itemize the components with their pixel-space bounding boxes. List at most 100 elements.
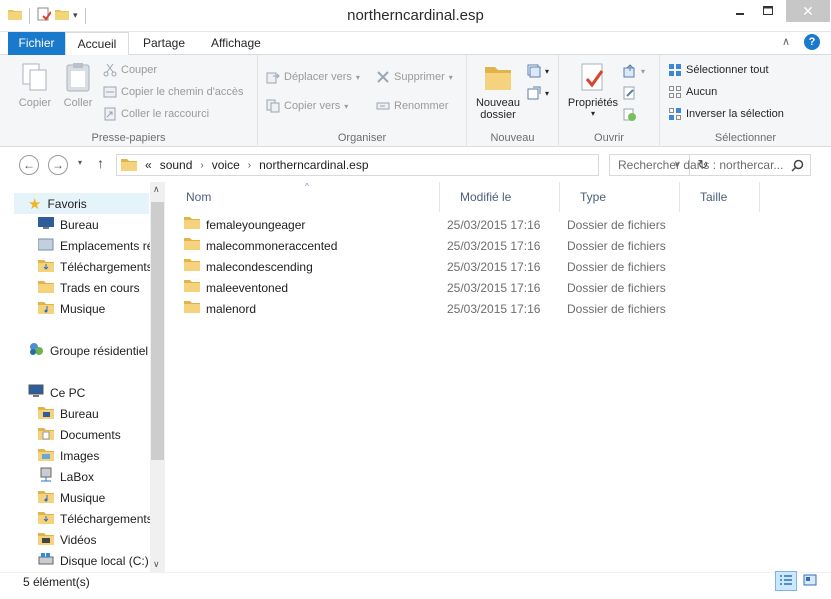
breadcrumb-sound[interactable]: sound [160,158,193,172]
copy-button[interactable]: Copier [16,61,54,109]
nav-pc-videos[interactable]: Vidéos [38,529,150,550]
group-select: Sélectionner tout Aucun Inverser la séle… [660,55,831,147]
close-button[interactable]: ✕ [786,0,830,22]
select-none-button[interactable]: Aucun [668,82,717,102]
scrollbar-thumb[interactable] [151,202,164,460]
select-all-icon [668,63,682,77]
tab-file[interactable]: Fichier [8,32,65,55]
address-bar[interactable]: « sound › voice › northerncardinal.esp ∨… [116,154,708,176]
new-item-button[interactable]: ▾ [527,61,549,81]
large-icons-view-button[interactable] [799,571,821,591]
file-type: Dossier de fichiers [567,281,666,295]
help-icon[interactable]: ? [804,34,820,50]
tab-home[interactable]: Accueil [65,32,129,56]
new-folder-label-1: Nouveau [475,97,521,109]
delete-label: Supprimer [394,71,445,83]
cut-label: Couper [121,64,158,76]
search-icon[interactable] [791,158,804,178]
nav-pc-downloads[interactable]: Téléchargements [38,508,150,529]
table-row[interactable]: femaleyoungeager 25/03/2015 17:16 Dossie… [184,215,684,236]
column-header-name[interactable]: Nom [166,182,440,212]
collapse-ribbon-icon[interactable]: ∧ [782,35,790,48]
folder-icon [184,257,200,278]
nav-pc-local-disk[interactable]: Disque local (C:) [38,550,150,571]
file-type: Dossier de fichiers [567,239,666,253]
open-button[interactable]: ▾ [623,61,645,81]
breadcrumb-separator-icon[interactable]: › [248,160,251,171]
easy-access-button[interactable]: ▾ [527,83,549,103]
table-row[interactable]: malecommoneraccented 25/03/2015 17:16 Do… [184,236,684,257]
nav-pc-desktop[interactable]: Bureau [38,403,150,424]
nav-item-trads[interactable]: Trads en cours [38,277,150,298]
copy-path-icon [103,85,117,99]
edit-button[interactable] [623,83,637,103]
navigation-pane: ★ Favoris Bureau Emplacements ré Télécha… [0,182,165,572]
group-clipboard: Copier Coller Couper Copier le chemin d'… [0,55,258,147]
nav-item-music[interactable]: Musique [38,298,150,319]
select-all-button[interactable]: Sélectionner tout [668,60,769,80]
ribbon-tabs: Fichier Accueil Partage Affichage [0,32,831,56]
file-name: maleeventoned [206,281,289,295]
recent-locations-dropdown[interactable]: ▾ [78,158,82,167]
column-header-modified[interactable]: Modifié le [440,182,560,212]
history-button[interactable] [623,105,637,125]
nav-item-recent[interactable]: Emplacements ré [38,235,150,256]
status-bar: 5 élément(s) [0,571,831,599]
move-to-button[interactable]: Déplacer vers ▾ [266,67,360,87]
forward-button[interactable]: → [48,155,68,175]
nav-pc-music[interactable]: Musique [38,487,150,508]
nav-item-label: Images [60,448,100,463]
scroll-up-arrow-icon[interactable]: ∧ [153,184,160,195]
move-to-label: Déplacer vers [284,71,352,83]
up-button[interactable]: ↑ [97,155,104,171]
column-header-size[interactable]: Taille [680,182,760,212]
properties-button[interactable]: Propriétés ▾ [565,61,621,118]
details-view-button[interactable] [775,571,797,591]
rename-button[interactable]: Renommer [376,96,448,116]
edit-icon [623,86,637,100]
group-label-organize: Organiser [337,132,387,144]
minimize-button[interactable] [726,0,754,22]
breadcrumb-overflow[interactable]: « [145,158,152,172]
invert-selection-label: Inverser la sélection [686,108,784,120]
nav-item-label: Bureau [60,406,99,421]
tab-view[interactable]: Affichage [199,32,273,55]
nav-favorites[interactable]: ★ Favoris [14,193,149,214]
back-button[interactable]: ← [19,155,39,175]
column-header-type[interactable]: Type [560,182,680,212]
breadcrumb-separator-icon[interactable]: › [200,160,203,171]
paste-shortcut-button[interactable]: Coller le raccourci [103,104,209,124]
maximize-button[interactable] [754,0,782,22]
nav-this-pc[interactable]: Ce PC [28,382,150,403]
copy-path-button[interactable]: Copier le chemin d'accès [103,82,244,102]
nav-scrollbar[interactable]: ∧ ∨ [150,182,165,572]
nav-pc-pictures[interactable]: Images [38,445,150,466]
scroll-down-arrow-icon[interactable]: ∨ [153,559,160,570]
group-new: Nouveau dossier ▾ ▾ Nouveau [467,55,559,147]
new-folder-button[interactable]: Nouveau dossier [473,61,523,121]
videos-folder-icon [38,531,54,548]
nav-item-downloads[interactable]: Téléchargements [38,256,150,277]
folder-icon [121,157,137,174]
delete-button[interactable]: Supprimer ▾ [376,67,453,87]
table-row[interactable]: malenord 25/03/2015 17:16 Dossier de fic… [184,299,684,320]
nav-item-label: Emplacements ré [60,238,150,253]
open-icon [623,64,637,78]
nav-item-desktop[interactable]: Bureau [38,214,150,235]
copy-to-button[interactable]: Copier vers ▾ [266,96,348,116]
invert-selection-button[interactable]: Inverser la sélection [668,104,784,124]
nav-pc-labox[interactable]: LaBox [38,466,150,487]
nav-homegroup[interactable]: Groupe résidentiel [28,340,150,361]
copy-to-label: Copier vers [284,100,341,112]
nav-pc-documents[interactable]: Documents [38,424,150,445]
table-row[interactable]: malecondescending 25/03/2015 17:16 Dossi… [184,257,684,278]
breadcrumb-voice[interactable]: voice [212,158,240,172]
table-row[interactable]: maleeventoned 25/03/2015 17:16 Dossier d… [184,278,684,299]
breadcrumb-current[interactable]: northerncardinal.esp [259,158,368,172]
cut-button[interactable]: Couper [103,60,157,80]
search-input[interactable]: Rechercher dans : northercar... [609,154,811,176]
tab-share[interactable]: Partage [131,32,197,55]
file-modified: 25/03/2015 17:16 [447,281,541,295]
paste-button[interactable]: Coller [60,61,96,109]
group-label-clipboard: Presse-papiers [91,132,166,144]
